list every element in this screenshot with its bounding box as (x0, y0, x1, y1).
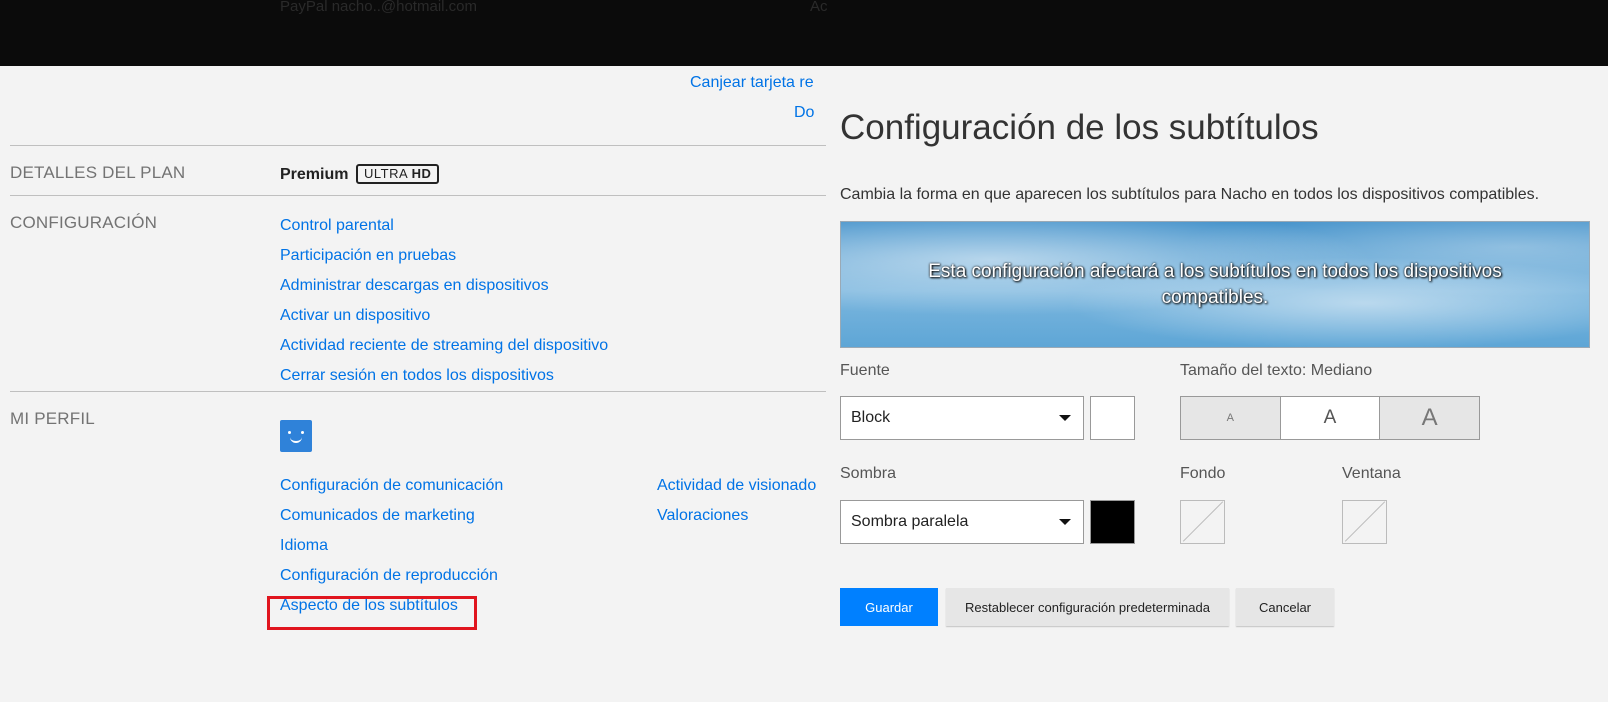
manage-downloads-link[interactable]: Administrar descargas en dispositivos (280, 276, 608, 306)
subtitle-settings-panel: Configuración de los subtítulos Cambia l… (826, 66, 1608, 702)
parental-control-link[interactable]: Control parental (280, 216, 608, 246)
divider (10, 145, 828, 146)
divider (10, 391, 828, 392)
payment-right-link[interactable]: Ac (810, 0, 828, 15)
activate-device-link[interactable]: Activar un dispositivo (280, 306, 608, 336)
chevron-down-icon (1059, 415, 1071, 421)
font-color-swatch[interactable] (1090, 396, 1135, 440)
settings-links: Control parental Participación en prueba… (280, 216, 608, 396)
divider (10, 195, 828, 196)
shadow-color-swatch[interactable] (1090, 500, 1135, 544)
text-size-small-button[interactable]: A (1181, 397, 1280, 439)
secondary-link[interactable]: Do (794, 104, 814, 122)
profile-links-right: Actividad de visionado Valoraciones (657, 476, 816, 536)
ultra-hd-badge: ULTRA HD (356, 164, 440, 184)
avatar-eye-icon (301, 431, 304, 434)
plan-details-label: DETALLES DEL PLAN (10, 163, 186, 182)
redeem-gift-card-link[interactable]: Canjear tarjeta re (690, 74, 814, 92)
settings-label: CONFIGURACIÓN (10, 213, 158, 232)
communication-settings-link[interactable]: Configuración de comunicación (280, 476, 503, 506)
payment-info: PayPal nacho..@hotmail.com (280, 0, 477, 15)
cancel-button[interactable]: Cancelar (1236, 588, 1334, 626)
test-participation-link[interactable]: Participación en pruebas (280, 246, 608, 276)
save-button[interactable]: Guardar (840, 588, 938, 626)
shadow-select-value: Sombra paralela (851, 513, 969, 530)
top-dark-strip: PayPal nacho..@hotmail.com Ac (0, 0, 1608, 66)
preview-text: Esta configuración afectará a los subtít… (928, 260, 1502, 308)
text-size-selector: A A A (1180, 396, 1480, 440)
text-size-label: Tamaño del texto: Mediano (1180, 362, 1373, 379)
no-color-icon (1344, 501, 1386, 542)
chevron-down-icon (1059, 519, 1071, 525)
account-page: Canjear tarjeta re Do DETALLES DEL PLAN … (0, 66, 830, 702)
font-label: Fuente (840, 362, 890, 379)
no-color-icon (1182, 501, 1224, 542)
background-label: Fondo (1180, 465, 1226, 482)
shadow-select[interactable]: Sombra paralela (840, 500, 1084, 544)
text-size-medium-button[interactable]: A (1279, 397, 1380, 439)
plan-name: Premium (280, 166, 349, 183)
shadow-label: Sombra (840, 465, 897, 482)
playback-settings-link[interactable]: Configuración de reproducción (280, 566, 503, 596)
recent-streaming-activity-link[interactable]: Actividad reciente de streaming del disp… (280, 336, 608, 366)
subtitle-preview: Esta configuración afectará a los subtít… (840, 221, 1590, 348)
my-profile-label: MI PERFIL (10, 409, 95, 428)
language-link[interactable]: Idioma (280, 536, 503, 566)
page-title: Configuración de los subtítulos (840, 108, 1319, 147)
avatar-smile-icon (290, 436, 302, 443)
subtitle-link-highlight (267, 596, 477, 630)
font-select[interactable]: Block (840, 396, 1084, 440)
panel-description: Cambia la forma en que aparecen los subt… (840, 186, 1540, 203)
reset-defaults-button[interactable]: Restablecer configuración predeterminada (946, 588, 1229, 626)
viewing-activity-link[interactable]: Actividad de visionado (657, 476, 816, 506)
marketing-communications-link[interactable]: Comunicados de marketing (280, 506, 503, 536)
avatar-eye-icon (288, 431, 291, 434)
ratings-link[interactable]: Valoraciones (657, 506, 816, 536)
font-select-value: Block (851, 409, 891, 426)
window-label: Ventana (1342, 465, 1401, 482)
text-size-large-button[interactable]: A (1379, 397, 1480, 439)
profile-avatar[interactable] (280, 420, 312, 452)
background-color-swatch[interactable] (1180, 500, 1225, 544)
window-color-swatch[interactable] (1342, 500, 1387, 544)
